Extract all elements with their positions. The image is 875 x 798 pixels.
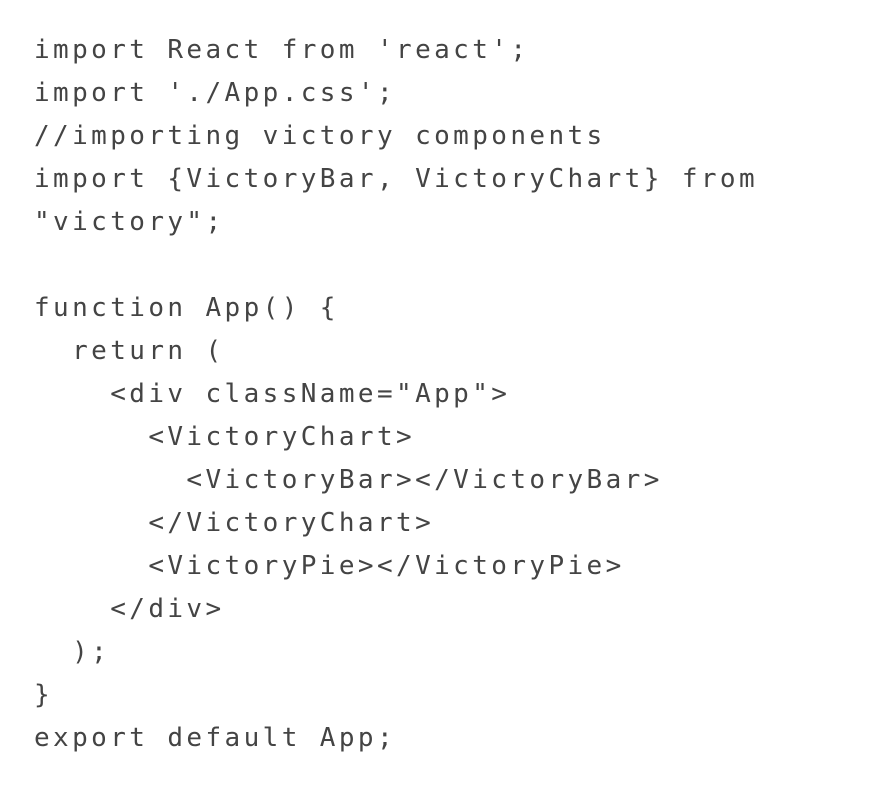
code-line: ); [34,637,111,667]
code-line: return ( [34,336,225,366]
code-line: <VictoryPie></VictoryPie> [34,551,625,581]
code-line: "victory"; [34,207,225,237]
code-line: import {VictoryBar, VictoryChart} from [34,164,759,194]
code-line: <div className="App"> [34,379,511,409]
code-line: } [34,680,54,710]
code-line: <VictoryChart> [34,422,416,452]
code-line: <VictoryBar></VictoryBar> [34,465,663,495]
code-line: import React from 'react'; [34,35,530,65]
code-line: export default App; [34,723,397,753]
code-line: </div> [34,594,225,624]
code-line: //importing victory components [34,121,606,151]
code-line: function App() { [34,293,339,323]
code-block: import React from 'react'; import './App… [34,29,758,760]
code-line: import './App.css'; [34,78,397,108]
code-line: </VictoryChart> [34,508,435,538]
